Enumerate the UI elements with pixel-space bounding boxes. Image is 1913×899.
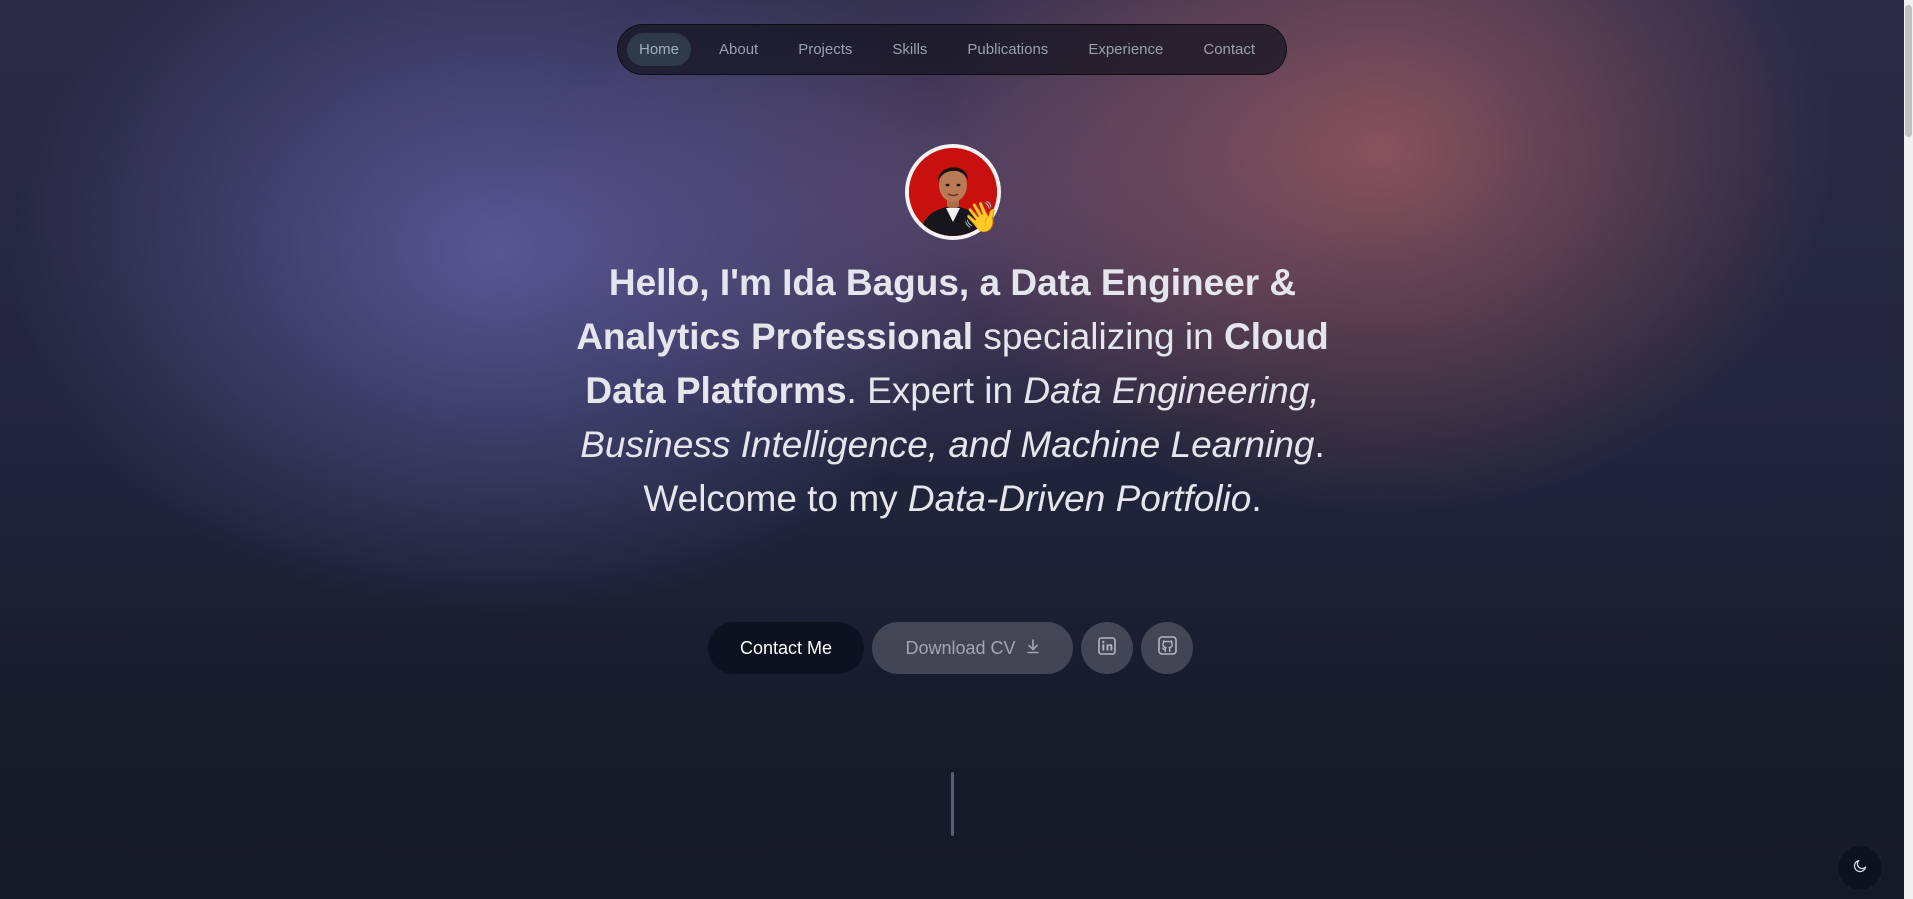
headline-text-2: . Expert in bbox=[846, 370, 1024, 411]
headline-end: . bbox=[1251, 478, 1262, 519]
theme-toggle-button[interactable] bbox=[1837, 845, 1883, 891]
headline-portfolio: Data-Driven Portfolio bbox=[907, 478, 1252, 519]
top-navigation: Home About Projects Skills Publications … bbox=[617, 24, 1287, 75]
scroll-indicator bbox=[951, 772, 954, 836]
nav-item-experience[interactable]: Experience bbox=[1076, 33, 1175, 66]
nav-item-contact[interactable]: Contact bbox=[1191, 33, 1267, 66]
linkedin-button[interactable] bbox=[1081, 622, 1133, 674]
hero-headline: Hello, I'm Ida Bagus, a Data Engineer & … bbox=[545, 256, 1360, 526]
moon-icon bbox=[1853, 858, 1868, 878]
download-cv-label: Download CV bbox=[905, 637, 1016, 658]
download-cv-button[interactable]: Download CV bbox=[872, 622, 1073, 674]
page-scrollbar[interactable] bbox=[1904, 0, 1913, 899]
nav-item-about[interactable]: About bbox=[707, 33, 770, 66]
waving-hand-icon: 👋 bbox=[962, 200, 1000, 235]
nav-item-skills[interactable]: Skills bbox=[880, 33, 939, 66]
avatar: 👋 bbox=[905, 144, 1001, 240]
download-icon bbox=[1026, 638, 1040, 659]
contact-me-label: Contact Me bbox=[739, 637, 833, 658]
contact-me-button[interactable]: Contact Me bbox=[708, 622, 864, 674]
scrollbar-thumb[interactable] bbox=[1905, 5, 1912, 137]
linkedin-icon bbox=[1098, 636, 1116, 660]
nav-item-publications[interactable]: Publications bbox=[955, 33, 1060, 66]
nav-item-home[interactable]: Home bbox=[627, 33, 692, 66]
headline-text-1: specializing in bbox=[973, 316, 1224, 357]
github-button[interactable] bbox=[1141, 622, 1193, 674]
github-icon bbox=[1157, 636, 1177, 660]
nav-item-projects[interactable]: Projects bbox=[786, 33, 864, 66]
